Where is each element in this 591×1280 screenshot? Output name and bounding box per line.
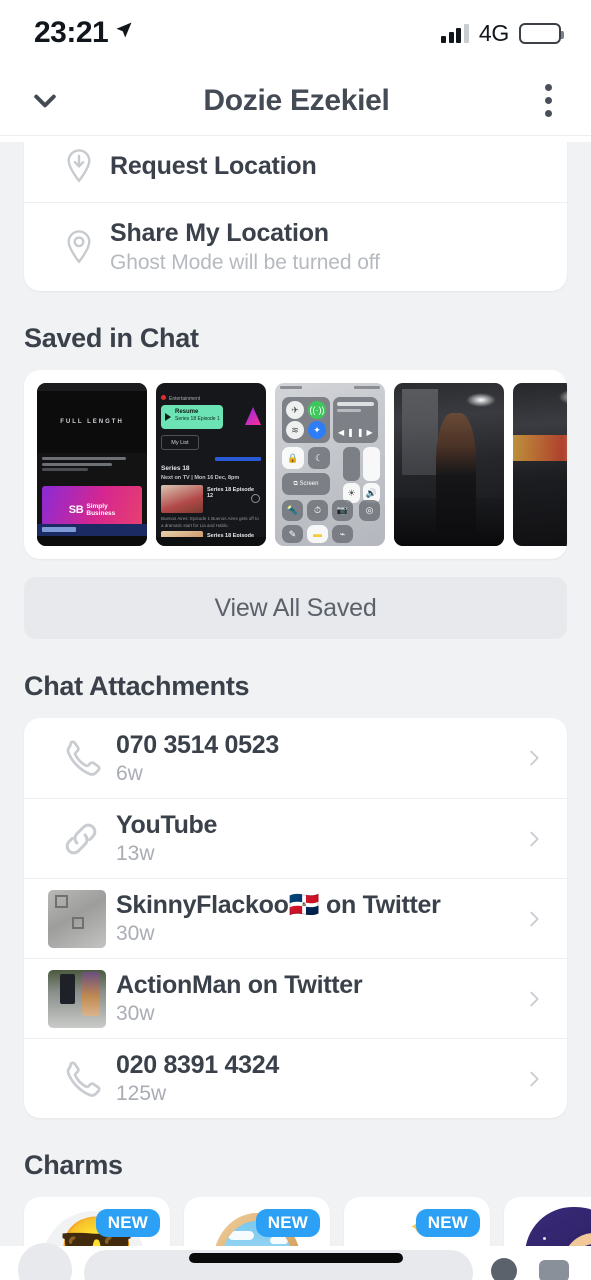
attachment-thumb-wrap bbox=[48, 969, 114, 1028]
attachment-time: 6w bbox=[116, 761, 143, 785]
ad-line-2: Business bbox=[86, 510, 116, 517]
saved-thumbnails-strip[interactable]: FULL LENGTH SB Simply Business Entertainme… bbox=[37, 383, 567, 546]
table-row[interactable]: SkinnyFlackoo🇩🇴 on Twitter 30w bbox=[24, 878, 567, 958]
ad-brand-mark: SB bbox=[68, 504, 84, 516]
chevron-right-icon[interactable] bbox=[517, 904, 545, 934]
chat-attachments-heading: Chat Attachments bbox=[24, 671, 250, 701]
share-location-row[interactable]: Share My Location Ghost Mode will be tur… bbox=[24, 202, 567, 291]
attachment-time: 125w bbox=[116, 1082, 167, 1105]
attachment-title: SkinnyFlackoo🇩🇴 on Twitter bbox=[116, 891, 441, 919]
saved-thumb-streaming[interactable]: Entertainment Resume Series 18 Episode 1… bbox=[156, 383, 266, 546]
phone-icon bbox=[48, 1057, 114, 1101]
saved-thumb-night-photo-1[interactable] bbox=[394, 383, 504, 546]
phone-screen: 23:21 4G Dozie Ezekiel Request Location … bbox=[0, 0, 591, 1280]
attachment-time: 30w bbox=[116, 922, 155, 945]
sticker-icon[interactable] bbox=[485, 1252, 523, 1280]
request-location-row[interactable]: Request Location bbox=[24, 136, 567, 202]
settings-scroll-area[interactable]: Request Location Share My Location Ghost… bbox=[0, 136, 591, 1280]
chevron-right-icon[interactable] bbox=[517, 1064, 545, 1094]
attachment-text: 020 8391 4324 125w bbox=[114, 1051, 517, 1106]
request-location-pin-icon bbox=[48, 147, 110, 185]
gallery-icon[interactable] bbox=[535, 1252, 573, 1280]
chevron-down-icon[interactable] bbox=[28, 84, 62, 118]
attachment-text: YouTube 13w bbox=[114, 811, 517, 866]
saved-thumb-youtube[interactable]: FULL LENGTH SB Simply Business bbox=[37, 383, 147, 546]
request-location-title: Request Location bbox=[110, 151, 317, 180]
series-label: Series 18 bbox=[161, 465, 190, 472]
request-location-text: Request Location bbox=[110, 152, 543, 181]
street-photo-thumbnail bbox=[48, 969, 106, 1028]
ad-line-1: Simply bbox=[86, 502, 108, 510]
network-label: 4G bbox=[478, 19, 509, 46]
attachment-time: 30w bbox=[116, 1002, 155, 1025]
chevron-right-icon[interactable] bbox=[517, 743, 545, 773]
new-badge: NEW bbox=[95, 1209, 160, 1237]
resume-label: Resume bbox=[175, 409, 199, 415]
saved-thumb-night-photo-2[interactable] bbox=[513, 383, 567, 546]
charms-heading: Charms bbox=[24, 1150, 123, 1180]
table-row[interactable]: ActionMan on Twitter 30w bbox=[24, 958, 567, 1038]
view-all-saved-button[interactable]: View All Saved bbox=[24, 577, 567, 639]
youtube-video-caption: FULL LENGTH bbox=[60, 419, 124, 425]
table-row[interactable]: 020 8391 4324 125w bbox=[24, 1038, 567, 1118]
resume-sub: Series 18 Episode 1 bbox=[175, 416, 220, 422]
battery-low-power-icon bbox=[519, 22, 564, 44]
concrete-photo-thumbnail bbox=[48, 889, 106, 948]
attachment-time: 13w bbox=[116, 842, 155, 865]
signal-bars-icon bbox=[441, 23, 469, 43]
status-time: 23:21 bbox=[34, 16, 109, 49]
attachment-thumb-wrap bbox=[48, 889, 114, 948]
camera-circle-icon[interactable] bbox=[18, 1243, 72, 1280]
attachment-text: SkinnyFlackoo🇩🇴 on Twitter 30w bbox=[114, 891, 517, 946]
page-title: Dozie Ezekiel bbox=[203, 83, 390, 117]
share-location-text: Share My Location Ghost Mode will be tur… bbox=[110, 219, 543, 275]
table-row[interactable]: 070 3514 0523 6w bbox=[24, 718, 567, 798]
scroll-top-mask bbox=[0, 136, 591, 142]
share-location-title: Share My Location bbox=[110, 219, 329, 247]
attachment-title: 070 3514 0523 bbox=[116, 730, 279, 759]
location-arrow-icon bbox=[114, 20, 134, 46]
saved-in-chat-card: FULL LENGTH SB Simply Business Entertainme… bbox=[24, 370, 567, 559]
mylist-label: My List bbox=[161, 435, 199, 450]
attachment-title: YouTube bbox=[116, 811, 218, 839]
saved-in-chat-heading: Saved in Chat bbox=[24, 323, 199, 353]
attachment-title: 020 8391 4324 bbox=[116, 1051, 279, 1079]
attachment-text: 070 3514 0523 6w bbox=[114, 731, 517, 786]
nav-header: Dozie Ezekiel bbox=[0, 66, 591, 136]
status-bar: 23:21 4G bbox=[0, 0, 591, 66]
saved-thumb-control-center[interactable]: ✈ ((·)) ≋ ✦ ◀❚❚▶ 🔒 ☾ ⧉ Screen ☀ 🔊 🔦 ⏱ 📷 … bbox=[275, 383, 385, 546]
new-badge: NEW bbox=[415, 1209, 480, 1237]
home-indicator bbox=[188, 1253, 403, 1263]
link-icon bbox=[48, 817, 114, 861]
chevron-right-icon[interactable] bbox=[517, 824, 545, 854]
attachment-title: ActionMan on Twitter bbox=[116, 971, 363, 999]
new-badge: NEW bbox=[255, 1209, 320, 1237]
chevron-right-icon[interactable] bbox=[517, 984, 545, 1014]
next-on-tv: Next on TV | Mon 16 Dec, 8pm bbox=[161, 475, 240, 481]
table-row[interactable]: YouTube 13w bbox=[24, 798, 567, 878]
kebab-menu-icon[interactable] bbox=[531, 81, 565, 121]
status-bar-left: 23:21 bbox=[34, 16, 134, 50]
chat-input-bar bbox=[0, 1243, 591, 1280]
location-card: Request Location Share My Location Ghost… bbox=[24, 136, 567, 291]
location-pin-icon bbox=[48, 228, 110, 266]
chat-attachments-card: 070 3514 0523 6w YouTube 13w SkinnyFlack… bbox=[24, 718, 567, 1118]
status-bar-right: 4G bbox=[441, 19, 564, 47]
share-location-subtitle: Ghost Mode will be turned off bbox=[110, 251, 380, 274]
attachment-text: ActionMan on Twitter 30w bbox=[114, 971, 517, 1026]
phone-icon bbox=[48, 736, 114, 780]
